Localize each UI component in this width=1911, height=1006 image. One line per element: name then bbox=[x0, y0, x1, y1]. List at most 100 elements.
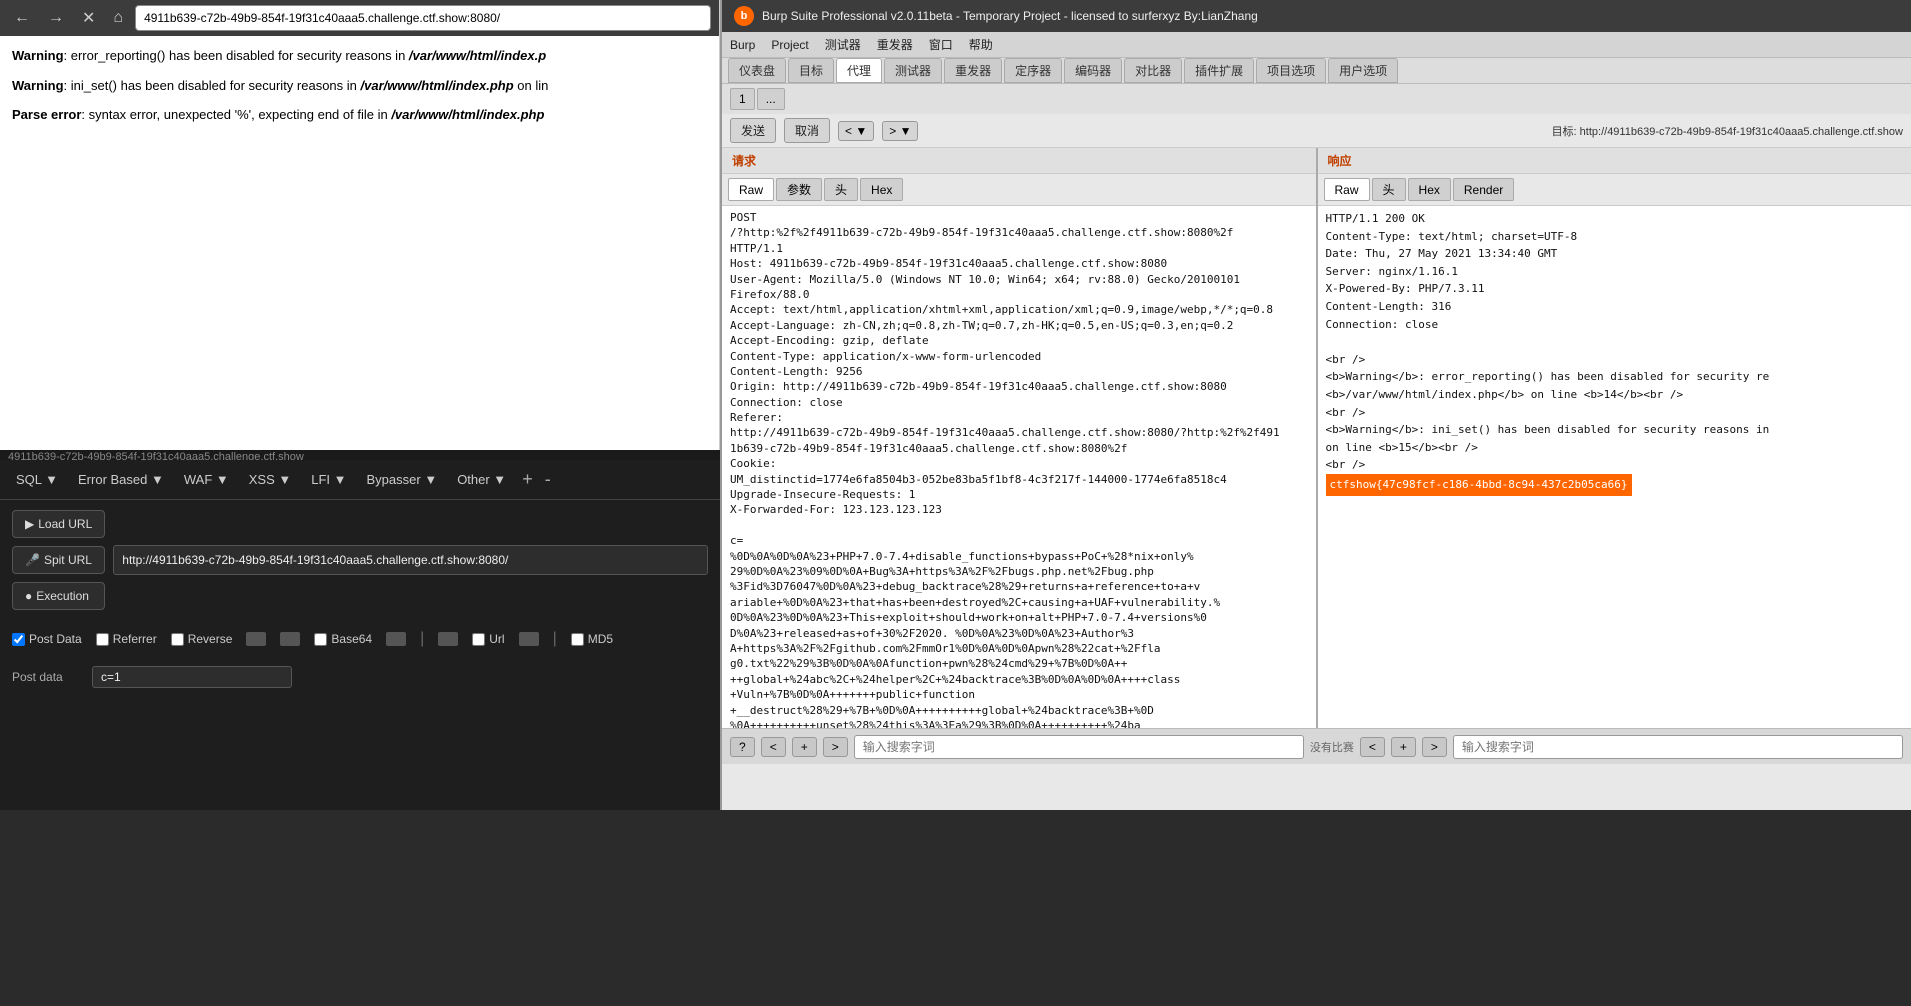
browser-toolbar: ← → ✕ ⌂ bbox=[0, 0, 719, 36]
browser-content: Warning: error_reporting() has been disa… bbox=[0, 36, 719, 476]
burp-menu-window[interactable]: 窗口 bbox=[929, 36, 953, 53]
url-checkbox[interactable] bbox=[472, 633, 485, 646]
sqli-navbar: SQL ▼ Error Based ▼ WAF ▼ XSS ▼ LFI ▼ By… bbox=[0, 460, 720, 500]
url-input[interactable] bbox=[113, 545, 708, 575]
burp-tab-target[interactable]: 目标 bbox=[788, 58, 834, 83]
sqli-nav-error-based[interactable]: Error Based ▼ bbox=[70, 468, 172, 491]
burp-logo: b bbox=[734, 6, 754, 26]
sqli-nav-other[interactable]: Other ▼ bbox=[449, 468, 514, 491]
req-tab-params[interactable]: 参数 bbox=[776, 178, 822, 201]
response-sub-tabs: Raw 头 Hex Render bbox=[1318, 174, 1911, 206]
referrer-checkbox[interactable] bbox=[96, 633, 109, 646]
burp-main-tabs: 仪表盘 目标 代理 测试器 重发器 定序器 编码器 对比器 插件扩展 项目选项 … bbox=[722, 58, 1911, 84]
burp-tab-project-options[interactable]: 项目选项 bbox=[1256, 58, 1326, 83]
burp-send-button[interactable]: 发送 bbox=[730, 118, 776, 143]
sqli-nav-add-btn[interactable]: + bbox=[518, 469, 537, 490]
reverse-checkbox-label[interactable]: Reverse bbox=[171, 632, 233, 646]
burp-tab-extender[interactable]: 插件扩展 bbox=[1184, 58, 1254, 83]
md5-checkbox[interactable] bbox=[571, 633, 584, 646]
burp-tab-proxy[interactable]: 代理 bbox=[836, 58, 882, 83]
burp-subtab-1[interactable]: 1 bbox=[730, 88, 755, 110]
burp-bottom-help[interactable]: ? bbox=[730, 737, 755, 757]
burp-menu-tester[interactable]: 测试器 bbox=[825, 36, 861, 53]
resp-tab-render[interactable]: Render bbox=[1453, 178, 1514, 201]
reverse-checkbox[interactable] bbox=[171, 633, 184, 646]
burp-title: Burp Suite Professional v2.0.11beta - Te… bbox=[762, 9, 1258, 23]
burp-bottom-add[interactable]: + bbox=[792, 737, 817, 757]
burp-search-prev[interactable]: < bbox=[1360, 737, 1385, 757]
burp-menu-burp[interactable]: Burp bbox=[730, 38, 755, 52]
md5-label-text: MD5 bbox=[588, 632, 613, 646]
resp-tab-headers[interactable]: 头 bbox=[1372, 178, 1406, 201]
burp-tab-user-options[interactable]: 用户选项 bbox=[1328, 58, 1398, 83]
burp-search-next[interactable]: > bbox=[1422, 737, 1447, 757]
spit-url-label: Spit URL bbox=[44, 553, 92, 567]
url-checkbox-label[interactable]: Url bbox=[472, 632, 504, 646]
sqli-nav-bypasser[interactable]: Bypasser ▼ bbox=[359, 468, 446, 491]
request-panel: 请求 Raw 参数 头 Hex POST /?http:%2f%2f4911b6… bbox=[722, 148, 1318, 728]
request-label: 请求 bbox=[722, 148, 1316, 174]
req-tab-raw[interactable]: Raw bbox=[728, 178, 774, 201]
resp-tab-raw[interactable]: Raw bbox=[1324, 178, 1370, 201]
response-panel: 响应 Raw 头 Hex Render HTTP/1.1 200 OK Cont… bbox=[1318, 148, 1911, 728]
base64-arrow-icon bbox=[386, 632, 406, 646]
sqli-nav-remove-btn[interactable]: - bbox=[541, 469, 555, 490]
burp-tab-intruder[interactable]: 测试器 bbox=[884, 58, 942, 83]
reload-button[interactable]: ✕ bbox=[76, 6, 101, 30]
base64-checkbox[interactable] bbox=[314, 633, 327, 646]
burp-tab-decoder[interactable]: 编码器 bbox=[1064, 58, 1122, 83]
sqli-nav-xss[interactable]: XSS ▼ bbox=[241, 468, 300, 491]
request-body[interactable]: POST /?http:%2f%2f4911b639-c72b-49b9-854… bbox=[722, 206, 1316, 728]
response-body[interactable]: HTTP/1.1 200 OK Content-Type: text/html;… bbox=[1318, 206, 1911, 728]
post-data-label-text: Post Data bbox=[29, 632, 82, 646]
spit-url-icon: 🎤 bbox=[25, 553, 40, 567]
md5-checkbox-label[interactable]: MD5 bbox=[571, 632, 613, 646]
burp-tab-dashboard[interactable]: 仪表盘 bbox=[728, 58, 786, 83]
warning-line-1: Warning: error_reporting() has been disa… bbox=[12, 46, 707, 66]
spit-url-button[interactable]: 🎤 Spit URL bbox=[12, 546, 105, 574]
address-bar[interactable] bbox=[135, 5, 711, 31]
back-button[interactable]: ← bbox=[8, 7, 36, 29]
base64-checkbox-label[interactable]: Base64 bbox=[314, 632, 372, 646]
burp-suite-window: b Burp Suite Professional v2.0.11beta - … bbox=[720, 0, 1911, 810]
burp-menu-project[interactable]: Project bbox=[771, 38, 808, 52]
burp-nav-prev-button[interactable]: < ▼ bbox=[838, 121, 874, 141]
forward-button[interactable]: → bbox=[42, 7, 70, 29]
resp-tab-hex[interactable]: Hex bbox=[1408, 178, 1451, 201]
req-tab-hex[interactable]: Hex bbox=[860, 178, 903, 201]
burp-tab-comparer[interactable]: 对比器 bbox=[1124, 58, 1182, 83]
sqli-nav-sql[interactable]: SQL ▼ bbox=[8, 468, 66, 491]
sqli-nav-waf[interactable]: WAF ▼ bbox=[176, 468, 237, 491]
url-label-text: Url bbox=[489, 632, 504, 646]
burp-left-search-input[interactable] bbox=[854, 735, 1304, 759]
burp-right-search-input[interactable] bbox=[1453, 735, 1903, 759]
burp-nav-next-button[interactable]: > ▼ bbox=[882, 121, 918, 141]
req-tab-headers[interactable]: 头 bbox=[824, 178, 858, 201]
reverse-label-text: Reverse bbox=[188, 632, 233, 646]
post-data-input[interactable] bbox=[92, 666, 292, 688]
load-url-button[interactable]: ▶ Load URL bbox=[12, 510, 105, 538]
burp-bottom-next[interactable]: > bbox=[823, 737, 848, 757]
burp-menu-help[interactable]: 帮助 bbox=[969, 36, 993, 53]
burp-search-add[interactable]: + bbox=[1391, 737, 1416, 757]
burp-tab-repeater[interactable]: 重发器 bbox=[944, 58, 1002, 83]
post-data-checkbox-label[interactable]: Post Data bbox=[12, 632, 82, 646]
burp-subtab-bar: 1 ... bbox=[722, 84, 1911, 114]
burp-bottom-prev[interactable]: < bbox=[761, 737, 786, 757]
referrer-checkbox-label[interactable]: Referrer bbox=[96, 632, 157, 646]
pipe-separator-2: | bbox=[553, 630, 557, 648]
burp-cancel-button[interactable]: 取消 bbox=[784, 118, 830, 143]
sqli-nav-lfi[interactable]: LFI ▼ bbox=[303, 468, 354, 491]
burp-subtab-ellipsis[interactable]: ... bbox=[757, 88, 785, 110]
burp-tab-sequencer[interactable]: 定序器 bbox=[1004, 58, 1062, 83]
reverse-arrow-icon bbox=[246, 632, 266, 646]
parse-error-line: Parse error: syntax error, unexpected '%… bbox=[12, 105, 707, 125]
post-data-row: Post data bbox=[0, 658, 720, 696]
response-flag: ctfshow{47c98fcf-c186-4bbd-8c94-437c2b05… bbox=[1326, 474, 1632, 496]
execution-button[interactable]: ● Execution bbox=[12, 582, 105, 610]
reverse-arrow2-icon bbox=[280, 632, 300, 646]
post-data-checkbox[interactable] bbox=[12, 633, 25, 646]
burp-menu-repeater[interactable]: 重发器 bbox=[877, 36, 913, 53]
home-button[interactable]: ⌂ bbox=[107, 7, 129, 29]
execution-label: Execution bbox=[36, 589, 89, 603]
